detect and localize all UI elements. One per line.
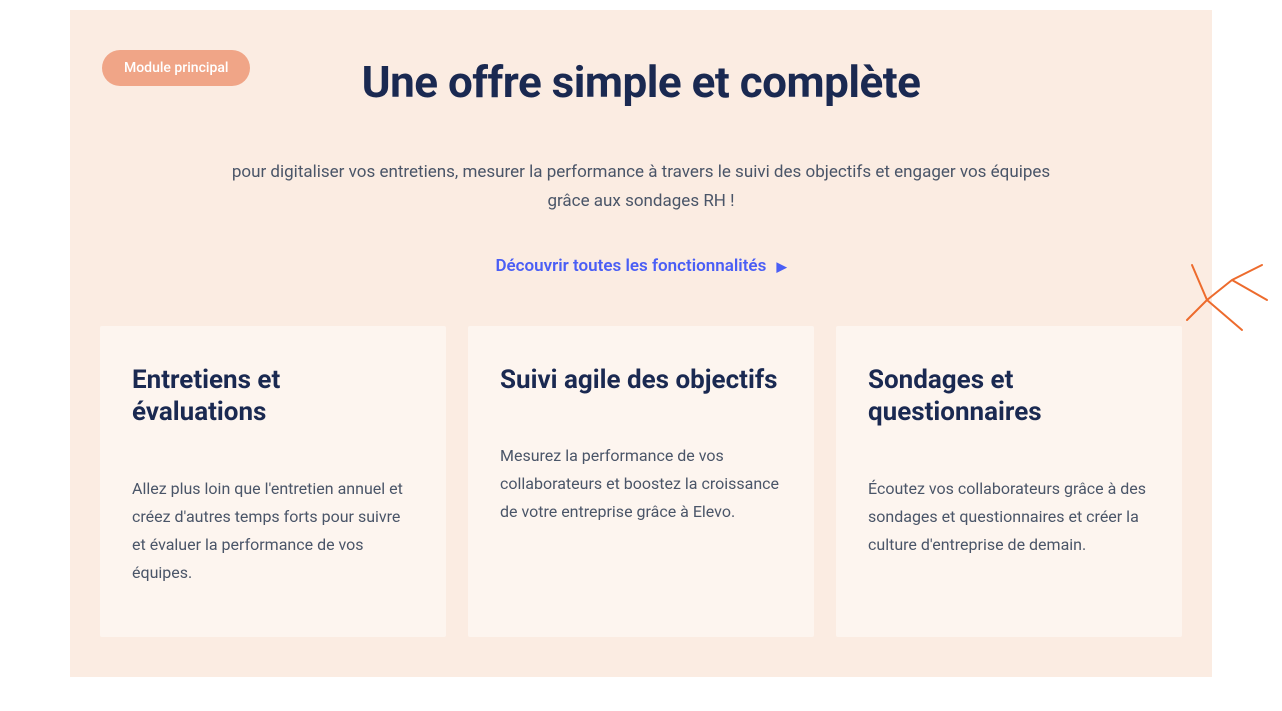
card-entretiens: Entretiens et évaluations Allez plus loi… xyxy=(100,326,446,637)
discover-features-link[interactable]: Découvrir toutes les fonctionnalités ▶ xyxy=(70,256,1212,276)
section-subtext: pour digitaliser vos entretiens, mesurer… xyxy=(171,158,1111,216)
card-title: Entretiens et évaluations xyxy=(132,364,414,429)
card-sondages: Sondages et questionnaires Écoutez vos c… xyxy=(836,326,1182,637)
card-text: Allez plus loin que l'entretien annuel e… xyxy=(132,475,414,587)
module-badge: Module principal xyxy=(102,50,250,86)
card-objectifs: Suivi agile des objectifs Mesurez la per… xyxy=(468,326,814,637)
card-text: Écoutez vos collaborateurs grâce à des s… xyxy=(868,475,1150,559)
arrow-right-icon: ▶ xyxy=(777,260,787,275)
feature-cards: Entretiens et évaluations Allez plus loi… xyxy=(70,326,1212,637)
card-title: Sondages et questionnaires xyxy=(868,364,1150,429)
card-text: Mesurez la performance de vos collaborat… xyxy=(500,442,782,526)
cta-label: Découvrir toutes les fonctionnalités xyxy=(495,256,766,276)
main-container: Module principal Une offre simple et com… xyxy=(70,10,1212,677)
card-title: Suivi agile des objectifs xyxy=(500,364,782,397)
